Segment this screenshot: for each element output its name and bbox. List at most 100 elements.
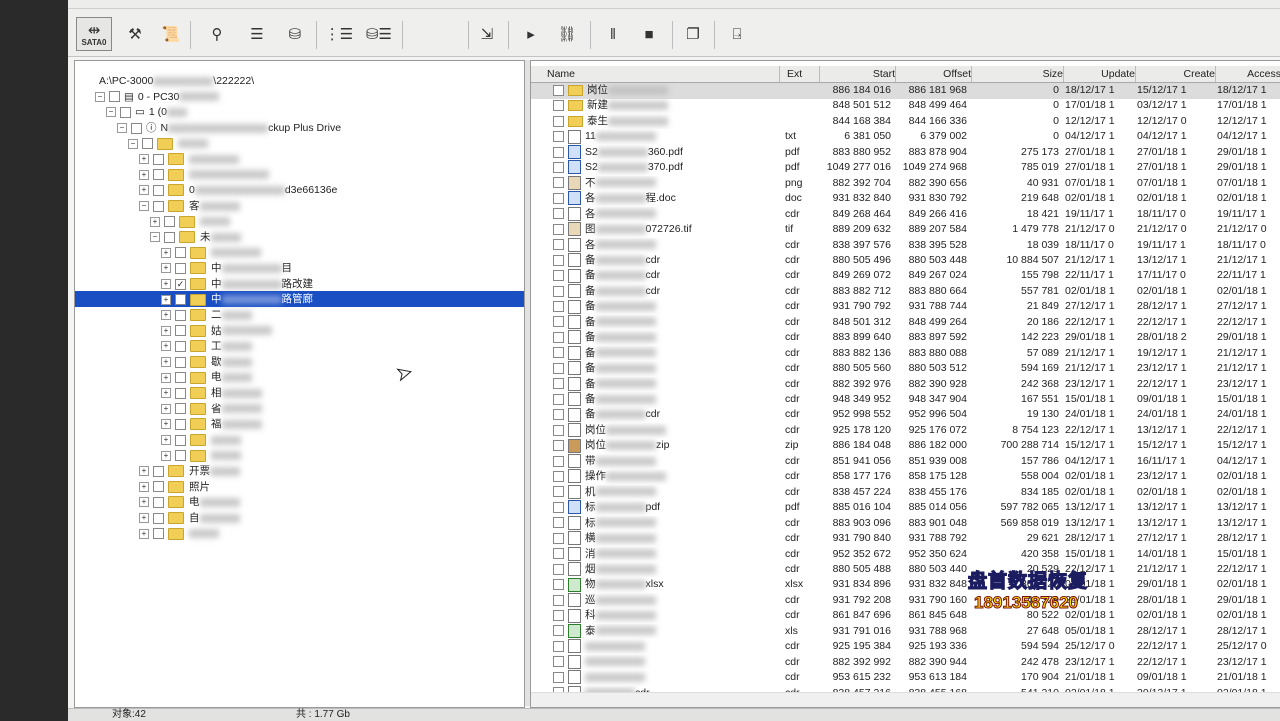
column-header-update[interactable]: Update <box>1063 66 1136 82</box>
tree-checkbox[interactable] <box>175 403 186 415</box>
row-checkbox[interactable] <box>553 532 564 544</box>
tree-checkbox[interactable] <box>153 528 164 540</box>
table-row[interactable]: 11 txt 6 381 050 6 379 002 0 04/12/17 1 04/12/… <box>531 129 1280 145</box>
row-checkbox[interactable] <box>553 100 564 112</box>
expand-icon[interactable]: + <box>161 357 171 368</box>
row-checkbox[interactable] <box>553 548 564 560</box>
expand-icon[interactable]: + <box>161 263 171 274</box>
table-row[interactable]: cdr 882 392 992 882 390 944 242 478 23/12/17… <box>531 654 1280 671</box>
table-row[interactable]: 备 cdr cdr 880 505 496 880 503 448 10 884 507 2… <box>531 253 1280 269</box>
tree-checkbox[interactable] <box>153 496 164 508</box>
windows-cascade-icon[interactable]: ❐ <box>678 19 708 49</box>
tree-item[interactable]: + 开票 <box>139 463 240 479</box>
tree-item[interactable]: A:\PC-3000 \222222\ <box>95 73 254 89</box>
tree-checkbox[interactable] <box>175 387 186 399</box>
column-header-size[interactable]: Size <box>971 66 1064 82</box>
table-row[interactable]: 备 cdr 848 501 312 848 499 264 20 186 22/12/17… <box>531 314 1280 331</box>
table-row[interactable]: 横 cdr 931 790 840 931 788 792 29 621 28/12/17… <box>531 531 1280 547</box>
table-row[interactable]: 岗位 cdr 925 178 120 925 176 072 8 754 123 22/1… <box>531 423 1280 439</box>
expand-icon[interactable]: + <box>139 513 149 524</box>
expand-icon[interactable]: + <box>139 528 149 539</box>
tree-item[interactable]: + <box>139 151 239 167</box>
table-row[interactable]: 泰 xls 931 791 016 931 788 968 27 648 05/01/18… <box>531 623 1280 640</box>
expand-icon[interactable]: + <box>161 419 171 430</box>
expand-icon[interactable]: + <box>139 466 149 477</box>
binoculars-search-icon[interactable]: ⚲ <box>202 19 232 49</box>
table-row[interactable]: 备 cdr 880 505 560 880 503 512 594 169 21/12/1… <box>531 361 1280 377</box>
row-checkbox[interactable] <box>553 594 564 606</box>
tree-item[interactable]: + 歇 <box>161 354 252 370</box>
tree-checkbox[interactable] <box>153 481 164 493</box>
tree-item[interactable]: − 客 <box>139 198 240 214</box>
collapse-icon[interactable]: − <box>128 138 138 149</box>
tree-checkbox[interactable] <box>175 450 186 462</box>
table-row[interactable]: 图 072726.tif tif 889 209 632 889 207 584 1 47… <box>531 222 1280 238</box>
table-row[interactable]: 各 程.doc doc 931 832 840 931 830 792 219 648 02… <box>531 191 1280 207</box>
tree-item[interactable]: +0 d3e66136e <box>139 182 337 198</box>
row-checkbox[interactable] <box>553 610 564 622</box>
tree-item[interactable]: + 照片 <box>139 479 210 495</box>
tree-item[interactable]: + <box>161 432 241 448</box>
table-row[interactable]: S2 370.pdf pdf 1049 277 016 1049 274 968 785 … <box>531 160 1280 176</box>
stop-icon[interactable]: ■ <box>634 19 664 49</box>
tree-item[interactable]: − ⓘ Nckup Plus Drive <box>117 120 341 136</box>
folder-tree-panel[interactable]: A:\PC-3000 \222222\ − ▤ 0 - PC30− ▭ 1 (0− ⓘ Ncku… <box>74 60 525 708</box>
tree-item[interactable]: + 二 <box>161 307 252 323</box>
row-checkbox[interactable] <box>553 223 564 235</box>
table-row[interactable]: 备 cdr 882 392 976 882 390 928 242 368 23/12/1… <box>531 376 1280 393</box>
horizontal-scrollbar[interactable] <box>531 692 1280 707</box>
tree-checkbox[interactable] <box>175 434 186 446</box>
tree-item[interactable]: + 工 <box>161 338 252 354</box>
tree-item[interactable]: + <box>139 167 269 183</box>
table-row[interactable]: 备 cdr 883 882 136 883 880 088 57 089 21/12/17… <box>531 345 1280 362</box>
tree-item[interactable]: − ▭ 1 (0 <box>106 104 188 120</box>
database-icon[interactable]: ⛁ <box>280 19 310 49</box>
tree-item[interactable]: − ▤ 0 - PC30 <box>95 89 220 105</box>
tree-item[interactable]: + 省 <box>161 401 262 417</box>
tree-item[interactable]: + <box>139 525 219 541</box>
tree-item[interactable]: + 电 <box>139 494 240 510</box>
tools-icon[interactable]: ⚒ <box>120 19 150 49</box>
tree-checkbox[interactable] <box>131 122 142 134</box>
tree-checkbox[interactable] <box>153 184 164 196</box>
row-checkbox[interactable] <box>553 656 564 668</box>
row-checkbox[interactable] <box>553 347 564 359</box>
table-row[interactable]: 岗位 886 184 016 886 181 968 0 18/12/17 1 15/12… <box>531 83 1280 99</box>
table-row[interactable]: 机 cdr 838 457 224 838 455 176 834 185 02/01/1… <box>531 484 1280 501</box>
expand-icon[interactable]: + <box>150 216 160 227</box>
expand-icon[interactable]: + <box>161 294 171 305</box>
table-row[interactable]: 备 cdr 948 349 952 948 347 904 167 551 15/01/1… <box>531 392 1280 408</box>
table-row[interactable]: 各 cdr 838 397 576 838 395 528 18 039 18/11/17… <box>531 237 1280 254</box>
tree-checkbox[interactable] <box>164 231 175 243</box>
tree-item[interactable]: − 未 <box>150 229 241 245</box>
tree-checkbox[interactable] <box>142 138 153 150</box>
tree-item[interactable]: + <box>161 245 261 261</box>
tree-item[interactable]: + 电 <box>161 369 252 385</box>
table-row[interactable]: 巡 cdr 931 792 208 931 790 160 142 329 29/01/1… <box>531 593 1280 609</box>
table-row[interactable]: S2 360.pdf pdf 883 880 952 883 878 904 275 17… <box>531 145 1280 161</box>
column-header-ext[interactable]: Ext <box>783 66 820 82</box>
table-row[interactable]: 备 cdr 883 899 640 883 897 592 142 223 29/01/1… <box>531 330 1280 346</box>
tree-checkbox[interactable] <box>175 418 186 430</box>
tree-item[interactable]: + ✓ 中 路改建 <box>161 276 313 292</box>
row-checkbox[interactable] <box>553 208 564 220</box>
export-icon[interactable]: ⇲ <box>472 19 502 49</box>
tree-item[interactable]: + 中 目 <box>161 260 292 276</box>
column-header-create[interactable]: Create <box>1135 66 1216 82</box>
row-checkbox[interactable] <box>553 115 564 127</box>
row-checkbox[interactable] <box>553 177 564 189</box>
tree-checkbox[interactable] <box>175 325 186 337</box>
table-row[interactable]: 备 cdr 931 790 792 931 788 744 21 849 27/12/17… <box>531 299 1280 315</box>
row-checkbox[interactable] <box>553 239 564 251</box>
row-checkbox[interactable] <box>553 331 564 343</box>
row-checkbox[interactable] <box>553 192 564 204</box>
expand-icon[interactable]: + <box>139 154 149 165</box>
tree-checkbox[interactable] <box>175 372 186 384</box>
tree-item[interactable]: − <box>128 135 208 151</box>
table-row[interactable]: 物 xlsx xlsx 931 834 896 931 832 848 307 720 02… <box>531 577 1280 593</box>
row-checkbox[interactable] <box>553 362 564 374</box>
column-header-access[interactable]: Access <box>1215 66 1280 82</box>
table-row[interactable]: 标 pdf pdf 885 016 104 885 014 056 597 782 065… <box>531 500 1280 516</box>
collapse-icon[interactable]: − <box>117 123 127 134</box>
table-row[interactable]: 岗位 zip zip 886 184 048 886 182 000 700 288 71… <box>531 438 1280 454</box>
